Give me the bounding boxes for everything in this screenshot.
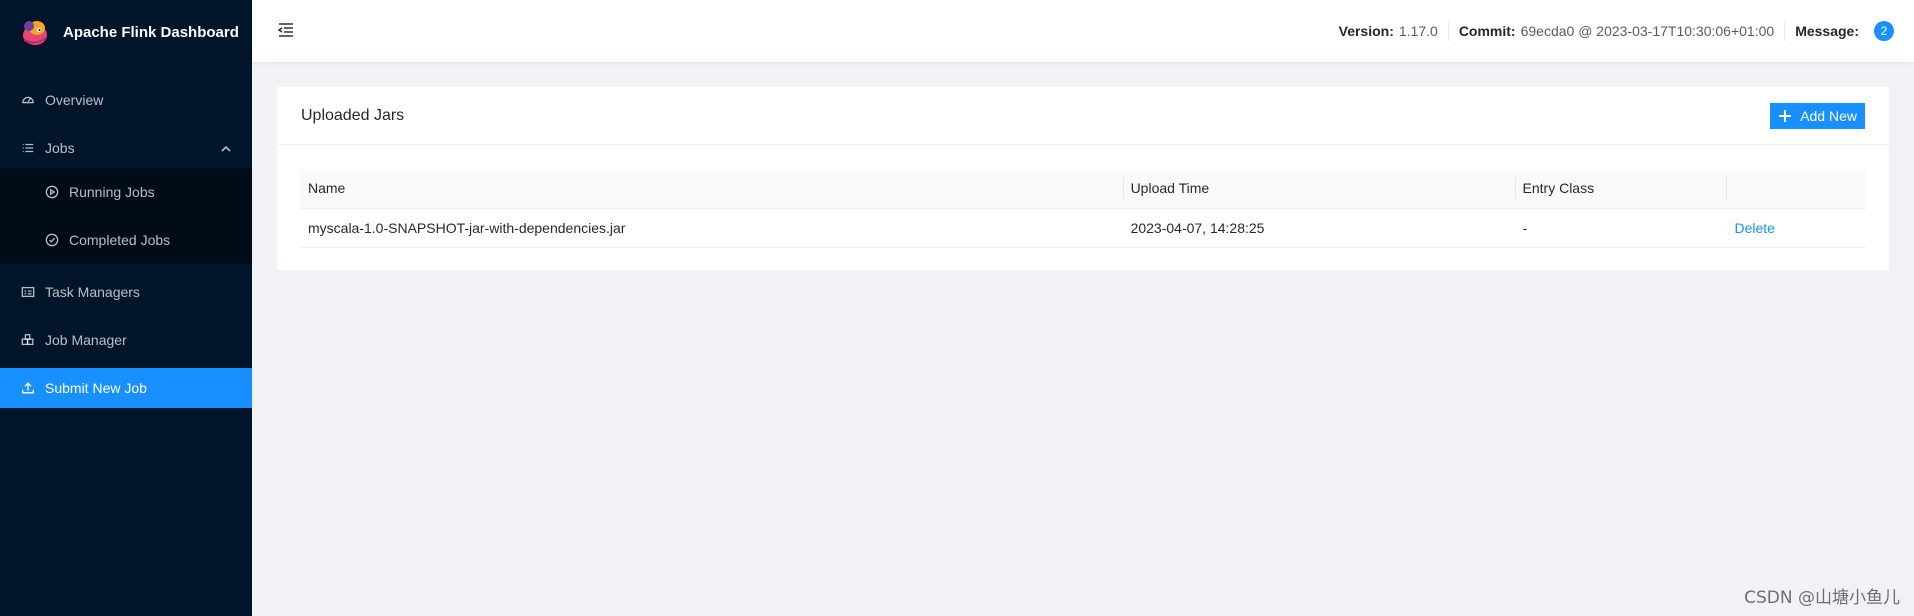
add-new-label: Add New <box>1800 107 1857 124</box>
sidebar-item-label: Overview <box>45 92 104 108</box>
sidebar-item-label: Completed Jobs <box>69 232 171 248</box>
table-row[interactable]: myscala-1.0-SNAPSHOT-jar-with-dependenci… <box>300 208 1866 248</box>
message-label: Message: <box>1795 23 1859 39</box>
build-icon <box>20 333 35 348</box>
column-header-upload-time[interactable]: Upload Time <box>1122 169 1515 209</box>
upload-icon <box>20 381 35 396</box>
app-title: Apache Flink Dashboard <box>63 23 239 41</box>
version-label: Version: <box>1338 23 1394 39</box>
column-header-entry-class[interactable]: Entry Class <box>1514 169 1727 209</box>
check-circle-icon <box>44 233 59 248</box>
card-header: Uploaded Jars Add New <box>277 87 1889 145</box>
flink-squirrel-logo-icon <box>23 21 47 45</box>
top-header: Version: 1.17.0 Commit: 69ecda0 @ 2023-0… <box>252 0 1914 62</box>
table-header-row: Name Upload Time Entry Class <box>300 169 1866 209</box>
sidebar-item-overview[interactable]: Overview <box>0 80 252 120</box>
uploaded-jars-card: Uploaded Jars Add New Name Upload Time E… <box>277 87 1889 270</box>
sidebar-item-running-jobs[interactable]: Running Jobs <box>0 168 252 216</box>
sidebar-item-jobs[interactable]: Jobs <box>0 128 252 168</box>
sidebar-item-label: Task Managers <box>45 284 140 300</box>
version-info: Version: 1.17.0 <box>1329 21 1449 41</box>
upload-time-cell: 2023-04-07, 14:28:25 <box>1122 208 1515 248</box>
message-count-badge[interactable]: 2 <box>1874 21 1894 41</box>
message-info[interactable]: Message: 2 <box>1785 21 1904 41</box>
commit-label: Commit: <box>1458 23 1516 39</box>
actions-cell: Delete <box>1726 208 1866 248</box>
watermark-text: CSDN @山塘小鱼儿 <box>1744 588 1900 608</box>
dashboard-icon <box>20 93 35 108</box>
sidebar-item-label: Running Jobs <box>69 184 155 200</box>
sidebar-item-completed-jobs[interactable]: Completed Jobs <box>0 216 252 264</box>
jars-table-wrapper: Name Upload Time Entry Class myscala-1.0… <box>277 145 1889 248</box>
jobs-submenu: Running Jobs Completed Jobs <box>0 168 252 264</box>
entry-class-cell: - <box>1514 208 1727 248</box>
sidebar: Apache Flink Dashboard Overview Jobs Run… <box>0 0 252 616</box>
sidebar-menu: Overview Jobs Running Jobs Completed Job… <box>0 80 252 408</box>
sidebar-item-job-manager[interactable]: Job Manager <box>0 320 252 360</box>
sidebar-item-label: Submit New Job <box>45 380 147 396</box>
header-info: Version: 1.17.0 Commit: 69ecda0 @ 2023-0… <box>1329 0 1904 62</box>
add-new-button[interactable]: Add New <box>1770 102 1865 129</box>
version-value: 1.17.0 <box>1398 23 1438 39</box>
chevron-up-icon[interactable] <box>220 142 232 154</box>
delete-link[interactable]: Delete <box>1734 220 1774 236</box>
column-header-name[interactable]: Name <box>300 169 1123 209</box>
column-header-actions <box>1726 169 1866 209</box>
schedule-icon <box>20 285 35 300</box>
plus-icon <box>1778 109 1792 123</box>
sidebar-item-label: Jobs <box>45 140 75 156</box>
sidebar-item-submit-new-job[interactable]: Submit New Job <box>0 368 252 408</box>
menu-fold-icon[interactable] <box>277 21 297 41</box>
play-circle-icon <box>44 185 59 200</box>
sidebar-item-task-managers[interactable]: Task Managers <box>0 272 252 312</box>
jar-name-cell: myscala-1.0-SNAPSHOT-jar-with-dependenci… <box>300 208 1123 248</box>
commit-value: 69ecda0 @ 2023-03-17T10:30:06+01:00 <box>1520 23 1775 39</box>
jars-table: Name Upload Time Entry Class myscala-1.0… <box>300 169 1866 248</box>
card-title: Uploaded Jars <box>301 106 405 124</box>
sidebar-item-label: Job Manager <box>45 332 127 348</box>
list-icon <box>20 141 35 156</box>
commit-info: Commit: 69ecda0 @ 2023-03-17T10:30:06+01… <box>1449 21 1786 41</box>
logo[interactable]: Apache Flink Dashboard <box>0 0 252 64</box>
